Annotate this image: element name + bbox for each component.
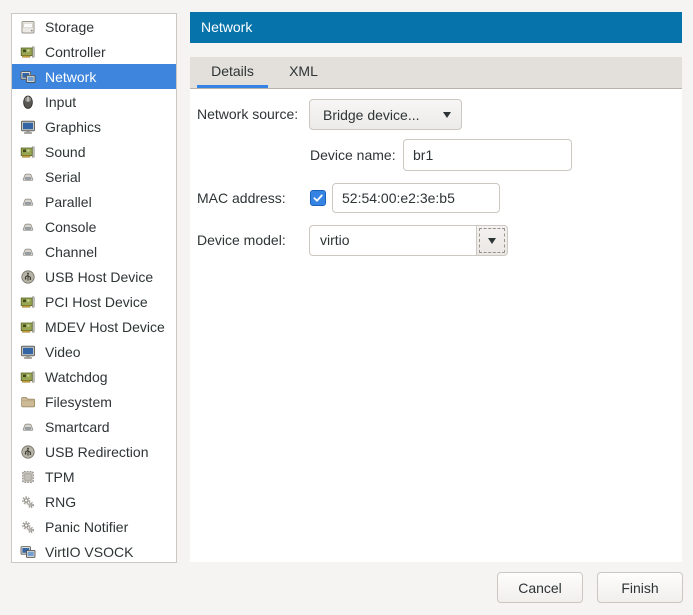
sidebar-item-label: Parallel [45,194,92,210]
sidebar-item-label: RNG [45,494,76,510]
mac-address-checkbox[interactable] [310,190,326,206]
finish-button[interactable]: Finish [597,572,683,603]
sidebar-item-rng[interactable]: RNG [12,489,176,514]
sidebar-item-label: Serial [45,169,81,185]
network-icon [20,69,36,85]
device-name-input[interactable] [403,139,572,171]
gears-icon [20,519,36,535]
gears-icon [20,494,36,510]
checkmark-icon [312,192,324,204]
sidebar-item-label: Panic Notifier [45,519,128,535]
device-model-label: Device model: [197,225,286,256]
device-name-label: Device name: [310,139,396,171]
sidebar-item-label: PCI Host Device [45,294,148,310]
sidebar-item-serial[interactable]: Serial [12,164,176,189]
card-icon [20,144,36,160]
serial-icon [20,169,36,185]
sidebar-item-panic-notifier[interactable]: Panic Notifier [12,514,176,539]
sidebar-item-label: Graphics [45,119,101,135]
sidebar-item-label: Input [45,94,76,110]
chevron-down-icon [488,238,496,244]
network-source-label: Network source: [197,99,298,130]
sidebar-item-mdev-host-device[interactable]: MDEV Host Device [12,314,176,339]
card-icon [20,319,36,335]
sidebar-item-graphics[interactable]: Graphics [12,114,176,139]
network-source-dropdown[interactable]: Bridge device... [309,99,462,130]
serial-icon [20,244,36,260]
mac-address-label: MAC address: [197,183,286,213]
add-hardware-dialog: Storage Controller Network Input Graphics Sou… [0,0,693,615]
network-source-value: Bridge device... [323,107,420,123]
sidebar-item-label: Video [45,344,81,360]
sidebar-item-watchdog[interactable]: Watchdog [12,364,176,389]
chip-icon [20,469,36,485]
mouse-icon [20,94,36,110]
sidebar-item-storage[interactable]: Storage [12,14,176,39]
sidebar-item-label: Console [45,219,96,235]
sidebar-item-console[interactable]: Console [12,214,176,239]
serial-icon [20,194,36,210]
sidebar-item-smartcard[interactable]: Smartcard [12,414,176,439]
sidebar-item-label: Smartcard [45,419,110,435]
serial-icon [20,219,36,235]
card-icon [20,294,36,310]
sidebar-item-label: Storage [45,19,94,35]
device-model-entry[interactable]: virtio [309,225,476,256]
hardware-list: Storage Controller Network Input Graphics Sou… [11,13,177,563]
tab-xml[interactable]: XML [268,57,339,88]
sidebar-item-label: Channel [45,244,97,260]
device-model-combo: virtio [309,225,508,256]
chevron-down-icon [443,112,451,118]
sidebar-item-network[interactable]: Network [12,64,176,89]
network-icon [20,544,36,560]
sidebar-item-input[interactable]: Input [12,89,176,114]
sidebar-item-label: USB Host Device [45,269,153,285]
sidebar-item-controller[interactable]: Controller [12,39,176,64]
card-icon [20,44,36,60]
sidebar-item-virtio-vsock[interactable]: VirtIO VSOCK [12,539,176,563]
sidebar-item-sound[interactable]: Sound [12,139,176,164]
usb-icon [20,444,36,460]
tab-bar: Details XML [190,57,682,89]
sidebar-item-label: TPM [45,469,75,485]
tab-details[interactable]: Details [197,57,268,88]
sidebar-item-usb-host-device[interactable]: USB Host Device [12,264,176,289]
sidebar-item-label: Filesystem [45,394,112,410]
usb-icon [20,269,36,285]
serial-icon [20,419,36,435]
folder-icon [20,394,36,410]
sidebar-item-channel[interactable]: Channel [12,239,176,264]
sidebar-item-tpm[interactable]: TPM [12,464,176,489]
card-icon [20,369,36,385]
sidebar-item-filesystem[interactable]: Filesystem [12,389,176,414]
sidebar-item-label: Watchdog [45,369,108,385]
cancel-button[interactable]: Cancel [497,572,583,603]
page-title: Network [190,12,682,43]
monitor-icon [20,344,36,360]
sidebar-item-video[interactable]: Video [12,339,176,364]
sidebar-item-parallel[interactable]: Parallel [12,189,176,214]
sidebar-item-label: MDEV Host Device [45,319,165,335]
device-model-dropdown-button[interactable] [476,225,508,256]
sidebar-item-label: Controller [45,44,106,60]
sidebar-item-label: Network [45,69,96,85]
sidebar-item-label: Sound [45,144,85,160]
sidebar-item-pci-host-device[interactable]: PCI Host Device [12,289,176,314]
sidebar-item-label: USB Redirection [45,444,149,460]
sidebar-item-usb-redirection[interactable]: USB Redirection [12,439,176,464]
disk-icon [20,19,36,35]
monitor-icon [20,119,36,135]
sidebar-item-label: VirtIO VSOCK [45,544,133,560]
details-panel: Network source: Bridge device... Device … [190,89,682,562]
mac-address-input[interactable] [332,183,500,213]
